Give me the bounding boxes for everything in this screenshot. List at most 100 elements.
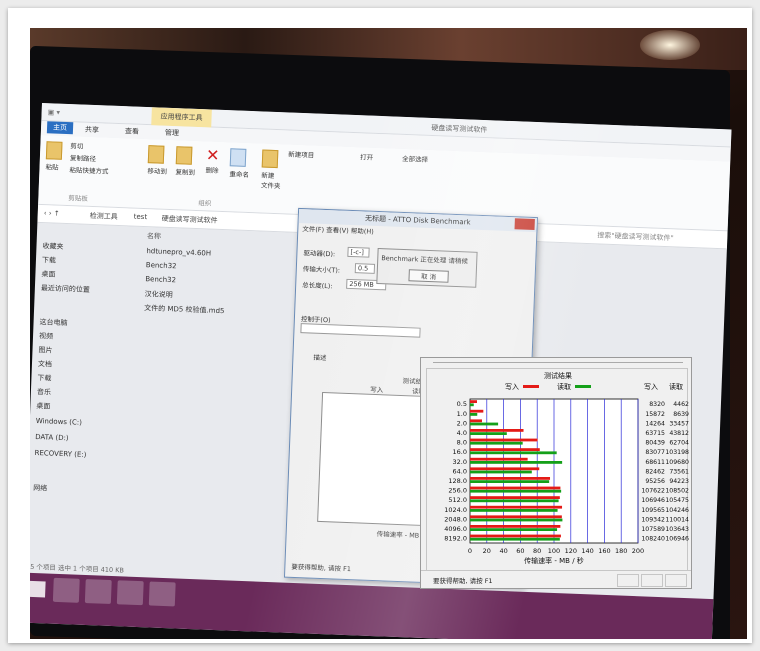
nav-item[interactable]: 网络	[33, 483, 47, 494]
value-write: 63715	[645, 430, 665, 437]
x-tick-label: 20	[483, 547, 491, 555]
value-write: 80439	[645, 440, 665, 447]
tab-home[interactable]: 主页	[46, 121, 74, 135]
copy-path-button[interactable]: 复制路径	[70, 152, 96, 163]
nav-item[interactable]: 音乐	[37, 387, 51, 398]
value-write: 106946	[641, 497, 665, 504]
bar-read	[470, 537, 560, 541]
taskbar-app-icon[interactable]	[116, 580, 144, 606]
taskbar-app-icon[interactable]	[84, 579, 112, 605]
select-all-button[interactable]: 全部选择	[402, 153, 428, 164]
list-item[interactable]: hdtunepro_v4.60H	[146, 247, 211, 257]
transfer-size-select[interactable]: 0.5	[354, 263, 376, 274]
cancel-button[interactable]: 取 消	[408, 269, 449, 283]
search-field[interactable]: 搜索"硬盘读写测试软件"	[597, 230, 674, 243]
controlled-by-select[interactable]	[300, 323, 421, 338]
drive-label: 驱动器(D):	[303, 249, 336, 259]
paste-shortcut-button[interactable]: 粘贴快捷方式	[69, 164, 108, 175]
bar-read	[470, 509, 558, 512]
nav-arrows-icon[interactable]: ‹ › ↑	[44, 209, 60, 218]
value-read: 33457	[669, 420, 689, 427]
cut-button[interactable]: 剪切	[70, 140, 83, 150]
bar-write	[470, 496, 560, 499]
photo-frame: ▣ ▾ 应用程序工具 硬盘读写测试软件 主页 共享 查看 管理 粘贴 剪切 复制…	[8, 8, 752, 643]
nav-item[interactable]: RECOVERY (E:)	[34, 449, 86, 459]
column-header-name[interactable]: 名称	[147, 231, 161, 242]
value-write: 15872	[645, 411, 665, 418]
legend-write-swatch	[523, 385, 539, 388]
navigation-pane: 收藏夹 下载 桌面 最近访问的位置 这台电脑 视频 图片 文档 下载 音乐 桌面…	[30, 233, 137, 597]
nav-item[interactable]: 桌面	[36, 401, 50, 412]
y-tick-label: 2.0	[457, 419, 467, 427]
x-tick-label: 140	[581, 547, 593, 555]
y-tick-label: 128.0	[448, 477, 467, 485]
inset-divider	[433, 362, 683, 363]
value-read: 106946	[665, 536, 689, 543]
breadcrumb-1[interactable]: 检测工具	[90, 211, 118, 222]
legend-read-label: 读取	[557, 382, 571, 391]
results-inset: 测试结果 写入 读取 写入 读取 0 20 40 60 80 100 120 140 160 180 200 传…	[420, 357, 692, 589]
tab-manage[interactable]: 管理	[165, 128, 179, 139]
new-folder-icon	[261, 149, 279, 169]
nav-item[interactable]: Windows (C:)	[36, 417, 82, 427]
list-item[interactable]: Bench32	[146, 261, 177, 270]
context-tab-app-tools[interactable]: 应用程序工具	[151, 107, 212, 128]
drive-select[interactable]: [-c-]	[347, 246, 370, 258]
tab-view[interactable]: 查看	[125, 126, 139, 137]
value-write: 68611	[645, 459, 665, 466]
benchmark-status: Benchmark 正在处理 请稍候	[381, 254, 469, 266]
nav-item[interactable]: 桌面	[41, 269, 55, 280]
bar-read	[470, 470, 532, 474]
nav-item[interactable]: 最近访问的位置	[41, 283, 90, 295]
breadcrumb-2[interactable]: test	[134, 213, 148, 222]
tab-share[interactable]: 共享	[85, 125, 99, 136]
file-list: 名称 hdtunepro_v4.60H Bench32 Bench32 汉化说明…	[137, 232, 307, 315]
breadcrumb-3[interactable]: 硬盘读写测试软件	[161, 214, 217, 226]
chart-title: 测试结果	[544, 371, 572, 380]
list-item[interactable]: Bench32	[145, 275, 176, 284]
nav-item[interactable]: 下载	[42, 255, 56, 266]
new-item-button[interactable]: 新建项目	[288, 148, 314, 159]
bar-write	[470, 400, 477, 403]
taskbar-explorer-icon[interactable]	[52, 577, 80, 603]
window-title: 硬盘读写测试软件	[431, 123, 488, 135]
list-item[interactable]: 汉化说明	[145, 289, 173, 300]
bar-write	[470, 515, 562, 519]
rename-button[interactable]: 重命名	[229, 148, 250, 179]
atto-help-text: 要获得帮助, 请按 F1	[291, 562, 352, 574]
delete-button[interactable]: ✕ 删除	[205, 145, 220, 174]
open-button[interactable]: 打开	[360, 151, 373, 161]
y-tick-label: 16.0	[453, 448, 467, 456]
list-item[interactable]: 文件的 MD5 校验值.md5	[144, 303, 225, 316]
legend-write-label: 写入	[505, 383, 519, 391]
new-folder-button[interactable]: 新建 文件夹	[261, 149, 282, 190]
nav-item[interactable]: DATA (D:)	[35, 433, 69, 442]
paste-button[interactable]: 粘贴	[45, 141, 63, 172]
column-header-write: 写入	[644, 383, 658, 391]
nav-item[interactable]: 文档	[38, 359, 52, 370]
bar-read	[470, 413, 478, 416]
copy-to-button[interactable]: 复制到	[175, 146, 196, 177]
nav-item[interactable]: 视频	[39, 331, 53, 342]
inset-statusbar: 要获得帮助, 请按 F1	[421, 570, 691, 589]
bar-write	[470, 438, 538, 442]
x-tick-label: 0	[468, 547, 472, 555]
move-to-button[interactable]: 移动到	[147, 145, 168, 176]
value-read: 108502	[665, 488, 689, 495]
value-read: 8639	[673, 411, 689, 418]
quick-access-icon[interactable]: ▣ ▾	[47, 108, 60, 116]
y-tick-label: 0.5	[457, 400, 467, 408]
x-tick-label: 40	[499, 547, 507, 555]
y-tick-label: 2048.0	[444, 515, 467, 523]
bar-write	[470, 525, 561, 528]
windows-start-icon[interactable]	[30, 580, 46, 598]
y-tick-label: 8192.0	[444, 535, 467, 543]
nav-item[interactable]: 下载	[37, 373, 51, 384]
y-tick-label: 1024.0	[444, 506, 467, 514]
taskbar-app-icon[interactable]	[148, 581, 176, 607]
nav-item[interactable]: 图片	[38, 345, 52, 356]
nav-item[interactable]: 收藏夹	[42, 241, 63, 252]
close-button[interactable]	[514, 218, 535, 230]
nav-item[interactable]: 这台电脑	[39, 317, 67, 328]
help-status-text: 要获得帮助, 请按 F1	[433, 577, 493, 585]
